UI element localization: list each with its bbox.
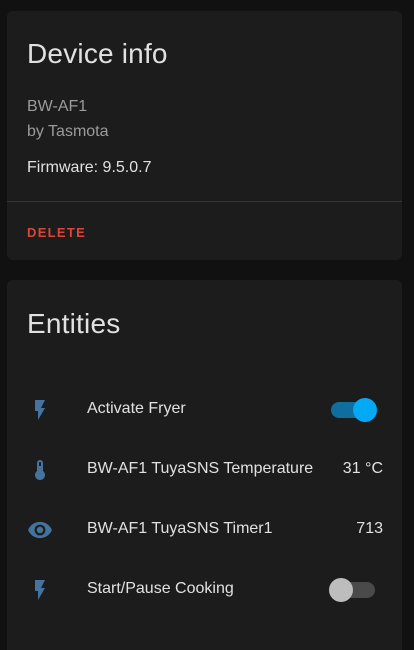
temperature-value: 31 °C xyxy=(342,460,383,477)
timer1-value: 713 xyxy=(356,520,383,537)
device-firmware: Firmware: 9.5.0.7 xyxy=(27,159,152,176)
entities-title: Entities xyxy=(27,308,121,339)
thermometer-icon xyxy=(27,457,53,483)
entity-row-start-pause-cooking[interactable]: Start/Pause Cooking xyxy=(7,569,402,609)
device-manufacturer: by Tasmota xyxy=(27,123,109,140)
entity-name: Activate Fryer xyxy=(87,400,186,417)
device-info-title: Device info xyxy=(27,38,168,69)
activate-fryer-toggle[interactable] xyxy=(331,398,377,422)
entity-row-activate-fryer[interactable]: Activate Fryer xyxy=(7,389,402,429)
toggle-thumb xyxy=(353,398,377,422)
device-info-card: Device info BW-AF1 by Tasmota Firmware: … xyxy=(7,11,402,260)
entity-name: BW-AF1 TuyaSNS Temperature xyxy=(87,460,314,477)
start-pause-cooking-toggle[interactable] xyxy=(329,578,377,602)
entities-card: Entities Activate Fryer BW-AF1 TuyaSNS T… xyxy=(7,280,402,650)
device-model: BW-AF1 xyxy=(27,98,88,115)
entity-name: Start/Pause Cooking xyxy=(87,580,234,597)
flash-icon xyxy=(27,577,53,603)
entity-row-timer1[interactable]: BW-AF1 TuyaSNS Timer1 713 xyxy=(7,509,402,549)
toggle-thumb xyxy=(329,578,353,602)
eye-icon xyxy=(27,517,53,543)
entity-row-temperature[interactable]: BW-AF1 TuyaSNS Temperature 31 °C xyxy=(7,449,402,489)
flash-icon xyxy=(27,397,53,423)
card-divider xyxy=(7,201,402,202)
delete-button[interactable]: DELETE xyxy=(17,221,96,244)
entity-name: BW-AF1 TuyaSNS Timer1 xyxy=(87,520,273,537)
